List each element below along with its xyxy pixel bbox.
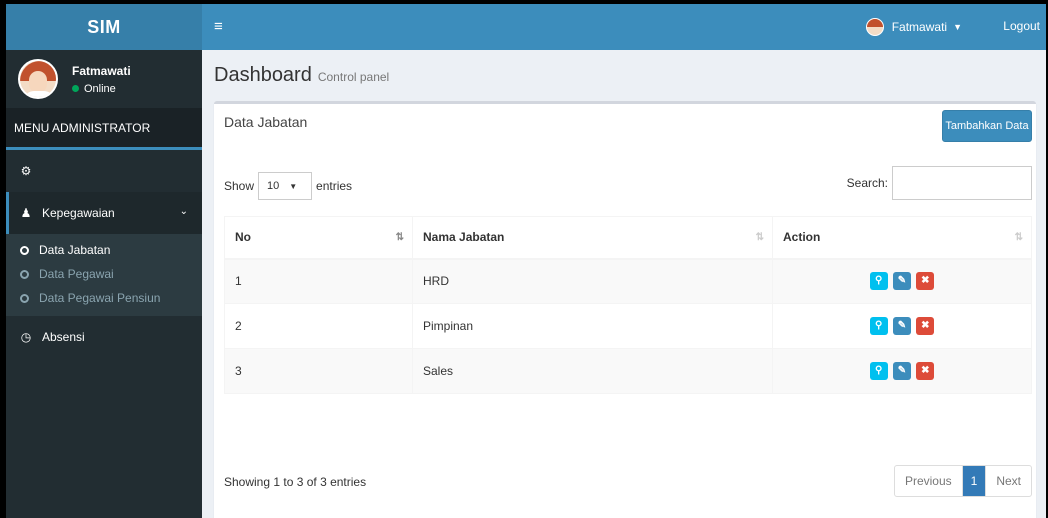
box-title: Data Jabatan [224,114,308,130]
dashboard-icon: ⚙ [20,164,32,178]
main-content: Dashboard Control panel Data Jabatan Tam… [202,50,1046,518]
entries-select[interactable]: 10 ▼ [258,172,313,200]
cell-actions: ⚲ ✎ ✖ [772,258,1032,304]
cell-nama-jabatan: Sales [412,348,773,394]
column-header-action[interactable]: Action ⇅ [772,216,1032,260]
logout-link[interactable]: Logout [1003,19,1040,33]
avatar [18,59,58,99]
entries-control: Show 10 ▼ entries [224,172,352,200]
sidebar-item-absensi[interactable]: ◷ Absensi [6,316,202,358]
top-navbar: ≡ Fatmawati ▼ Logout [202,4,1046,50]
sidebar: SIM Fatmawati Online MENU ADMINISTRATOR … [6,4,202,518]
app-window: SIM Fatmawati Online MENU ADMINISTRATOR … [6,4,1046,518]
data-box: Data Jabatan Tambahkan Data Show 10 ▼ en… [214,101,1036,518]
nav-user-name: Fatmawati [891,20,948,34]
sidebar-item-label: Absensi [42,330,85,344]
view-icon[interactable]: ⚲ [869,272,888,291]
dropdown-arrow-icon: ▼ [289,181,298,191]
menu-header: MENU ADMINISTRATOR [6,108,202,150]
app-logo[interactable]: SIM [6,4,202,50]
user-menu[interactable]: Fatmawati ▼ [865,18,962,36]
sidebar-item-label: Kepegawaian [42,206,115,220]
page-header: Dashboard Control panel [214,64,389,87]
pagination-next[interactable]: Next [986,466,1031,496]
sidebar-item-kepegawaian[interactable]: ♟ Kepegawaian ⌄ [6,192,202,234]
submenu-kepegawaian: Data Jabatan Data Pegawai Data Pegawai P… [6,234,202,316]
clock-icon: ◷ [20,330,32,344]
view-icon[interactable]: ⚲ [869,317,888,335]
status-label: Online [84,82,116,95]
cell-no: 1 [224,258,413,304]
avatar [865,18,884,36]
table-info: Showing 1 to 3 of 3 entries [224,475,367,489]
sidebar-item-dashboard[interactable]: ⚙ [6,150,202,192]
table-row: 2 Pimpinan ⚲ ✎ ✖ [224,303,1032,349]
data-table: No ⇅ Nama Jabatan ⇅ Action ⇅ 1 HRD ⚲ ✎ ✖… [224,216,1032,394]
page-subtitle: Control panel [317,70,390,84]
cell-nama-jabatan: HRD [412,258,773,304]
edit-icon[interactable]: ✎ [893,317,911,335]
cell-actions: ⚲ ✎ ✖ [772,303,1032,349]
view-icon[interactable]: ⚲ [869,362,888,380]
pagination-page-1[interactable]: 1 [962,466,987,496]
column-header-nama-jabatan[interactable]: Nama Jabatan ⇅ [412,216,773,260]
submenu-item-data-pegawai-pensiun[interactable]: Data Pegawai Pensiun [6,286,202,310]
pagination-previous[interactable]: Previous [895,466,963,496]
table-row: 1 HRD ⚲ ✎ ✖ [224,258,1032,304]
cell-no: 2 [224,303,413,349]
submenu-item-data-pegawai[interactable]: Data Pegawai [6,262,202,286]
delete-icon[interactable]: ✖ [916,317,935,335]
caret-down-icon: ▼ [953,22,962,32]
edit-icon[interactable]: ✎ [893,272,911,291]
search-label: Search: [846,176,888,190]
search-input[interactable] [892,166,1032,200]
chevron-down-icon: ⌄ [179,206,188,217]
menu-icon[interactable]: ≡ [214,18,223,35]
submenu-item-data-jabatan[interactable]: Data Jabatan [6,238,202,262]
entries-label: entries [316,179,353,193]
cell-no: 3 [224,348,413,394]
circle-icon [20,269,29,279]
sort-icon: ⇅ [755,232,764,243]
user-icon: ♟ [20,206,32,220]
user-name: Fatmawati [72,63,131,78]
circle-icon [20,245,29,255]
online-dot-icon [72,85,79,92]
cell-nama-jabatan: Pimpinan [412,303,773,349]
sort-icon: ⇅ [1014,232,1023,243]
edit-icon[interactable]: ✎ [893,362,911,380]
pagination: Previous 1 Next [893,465,1032,497]
column-header-no[interactable]: No ⇅ [224,216,413,260]
table-row: 3 Sales ⚲ ✎ ✖ [224,348,1032,394]
page-title: Dashboard [214,64,312,86]
user-status: Online [72,83,131,95]
add-data-button[interactable]: Tambahkan Data [942,110,1032,142]
delete-icon[interactable]: ✖ [916,362,935,380]
search-control: Search: [847,166,1032,200]
sort-asc-icon: ⇅ [395,232,404,243]
show-label: Show [224,179,255,193]
delete-icon[interactable]: ✖ [916,272,935,291]
cell-actions: ⚲ ✎ ✖ [772,348,1032,394]
user-panel: Fatmawati Online [6,50,202,108]
circle-icon [20,293,29,303]
